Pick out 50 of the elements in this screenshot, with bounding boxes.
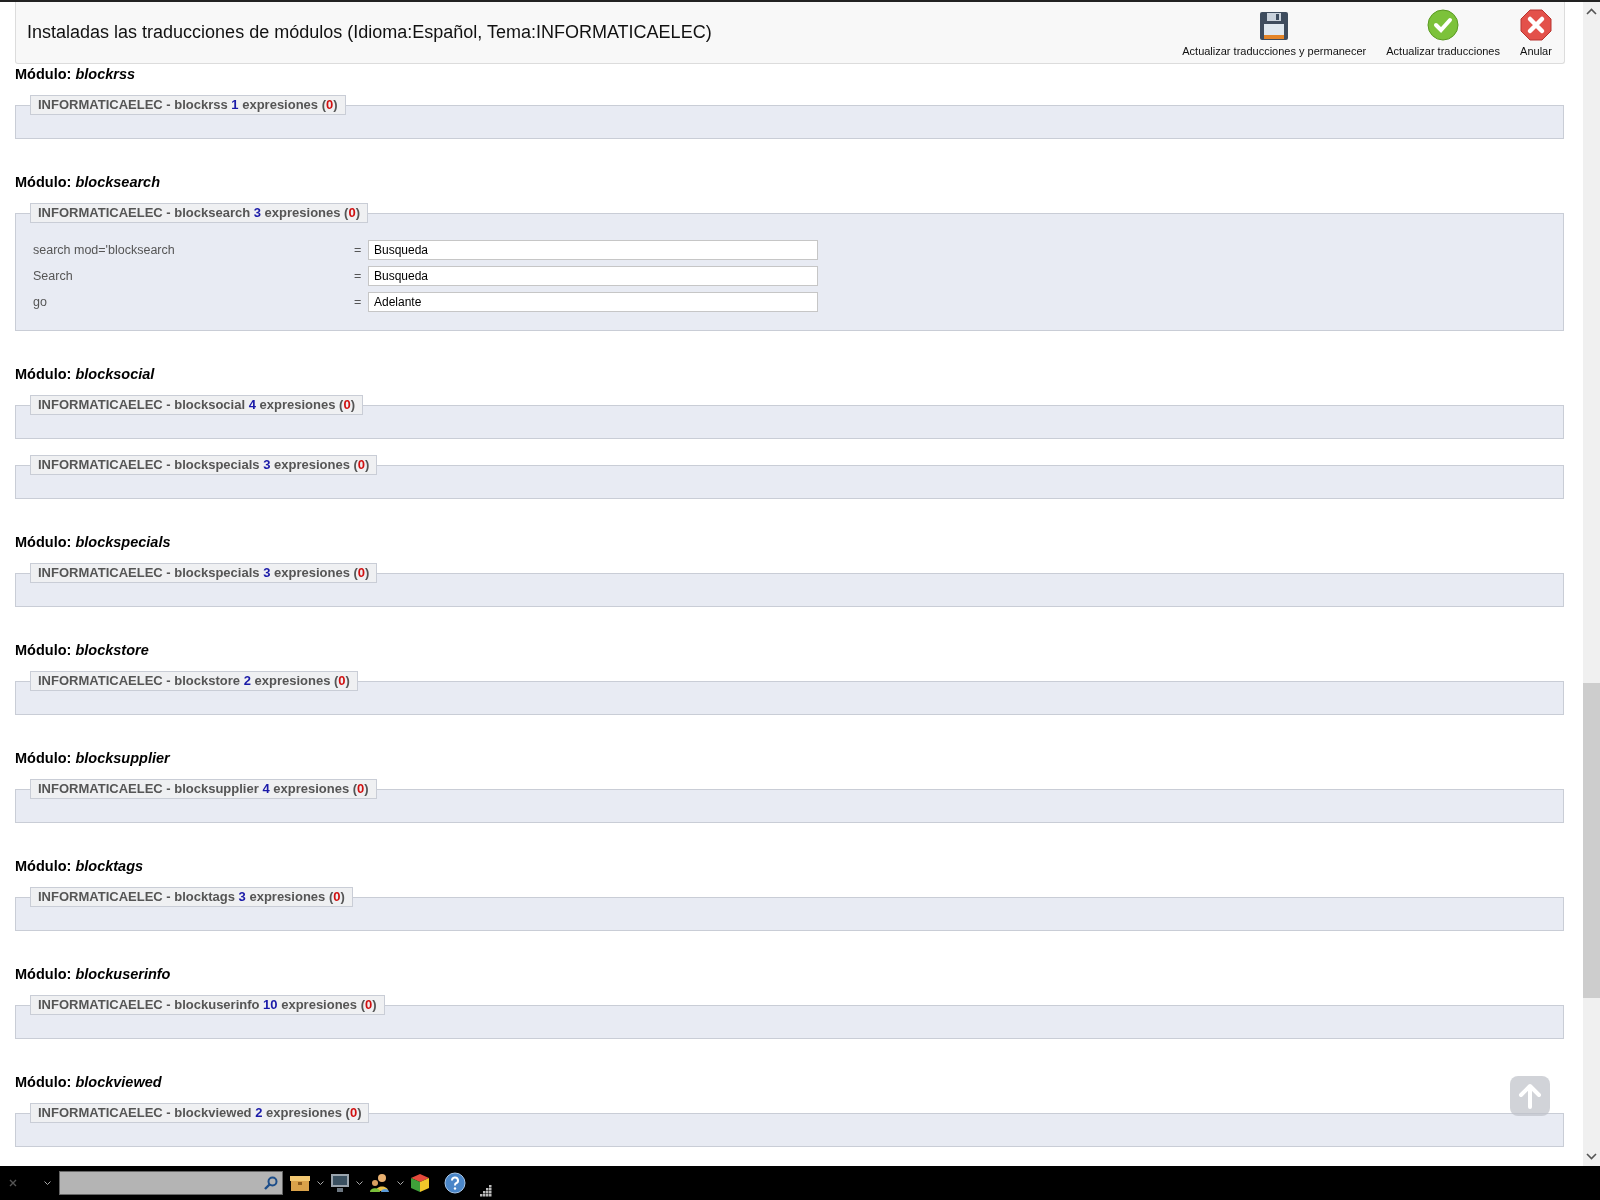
module-heading: Módulo: blocksocial — [15, 365, 156, 383]
close-icon — [1520, 9, 1552, 41]
equals-sign: = — [354, 295, 363, 309]
expression-key: go — [33, 295, 354, 309]
signal-icon[interactable] — [480, 1185, 492, 1197]
module-heading: Módulo: blocksupplier — [15, 749, 172, 767]
module-heading: Módulo: blocktags — [15, 857, 145, 875]
search-icon[interactable] — [264, 1176, 278, 1190]
group-legend: INFORMATICAELEC - blocksupplier 4 expresiones (0) — [30, 779, 377, 799]
chevron-icon[interactable] — [397, 1180, 404, 1186]
translation-field[interactable]: Adelante — [368, 292, 818, 312]
group-legend: INFORMATICAELEC - blockspecials 3 expresiones (0) — [30, 563, 378, 583]
scrollbar-thumb[interactable] — [1583, 683, 1600, 998]
close-icon[interactable] — [8, 1178, 18, 1188]
module-heading: Módulo: blockspecials — [15, 533, 172, 551]
group-legend: INFORMATICAELEC - blocktags 3 expresiones (0) — [30, 887, 353, 907]
group-legend: INFORMATICAELEC - blockstore 2 expresiones (0) — [30, 671, 358, 691]
monitor-icon[interactable] — [330, 1173, 350, 1193]
group-legend: INFORMATICAELEC - blocksocial 4 expresiones (0) — [30, 395, 363, 415]
cancel-button[interactable]: Anular — [1518, 9, 1554, 57]
module-heading: Módulo: blockrss — [15, 65, 137, 83]
box-icon[interactable] — [289, 1174, 311, 1192]
module-heading: Módulo: blocksearch — [15, 173, 162, 191]
group-legend: INFORMATICAELEC - blockrss 1 expresiones (0) — [30, 95, 346, 115]
scrollbar[interactable] — [1583, 2, 1600, 1166]
help-icon[interactable] — [444, 1172, 466, 1194]
chevron-icon[interactable] — [317, 1180, 324, 1186]
equals-sign: = — [354, 269, 363, 283]
expression-key: search mod='blocksearch — [33, 243, 354, 257]
check-icon — [1427, 9, 1460, 41]
module-heading: Módulo: blockviewed — [15, 1073, 163, 1091]
group-legend: INFORMATICAELEC - blocksearch 3 expresiones (0) — [30, 203, 369, 223]
up-arrow-icon — [1518, 1083, 1542, 1109]
save-stay-button[interactable]: Actualizar traducciones y permanecer — [1180, 11, 1369, 57]
cube-icon[interactable] — [410, 1173, 430, 1193]
equals-sign: = — [354, 243, 363, 257]
module-heading: Módulo: blockuserinfo — [15, 965, 172, 983]
group-legend: INFORMATICAELEC - blockuserinfo 10 expresiones (0) — [30, 995, 385, 1015]
chevron-icon[interactable] — [44, 1180, 51, 1186]
translation-field[interactable]: Busqueda — [368, 266, 818, 286]
taskbar-search-field[interactable] — [59, 1171, 283, 1195]
chevron-icon[interactable] — [356, 1180, 363, 1186]
translation-field[interactable]: Busqueda — [368, 240, 818, 260]
group-legend: INFORMATICAELEC - blockviewed 2 expresiones (0) — [30, 1103, 370, 1123]
module-heading: Módulo: blockstore — [15, 641, 150, 659]
expression-key: Search — [33, 269, 354, 283]
update-button[interactable]: Actualizar traducciones — [1384, 9, 1502, 57]
page-title: Instaladas las traducciones de módulos (Idioma:Español, Tema:INFORMATICAELEC) — [27, 22, 712, 43]
users-icon[interactable] — [369, 1173, 391, 1193]
group-legend: INFORMATICAELEC - blockspecials 3 expresiones (0) — [30, 455, 378, 475]
